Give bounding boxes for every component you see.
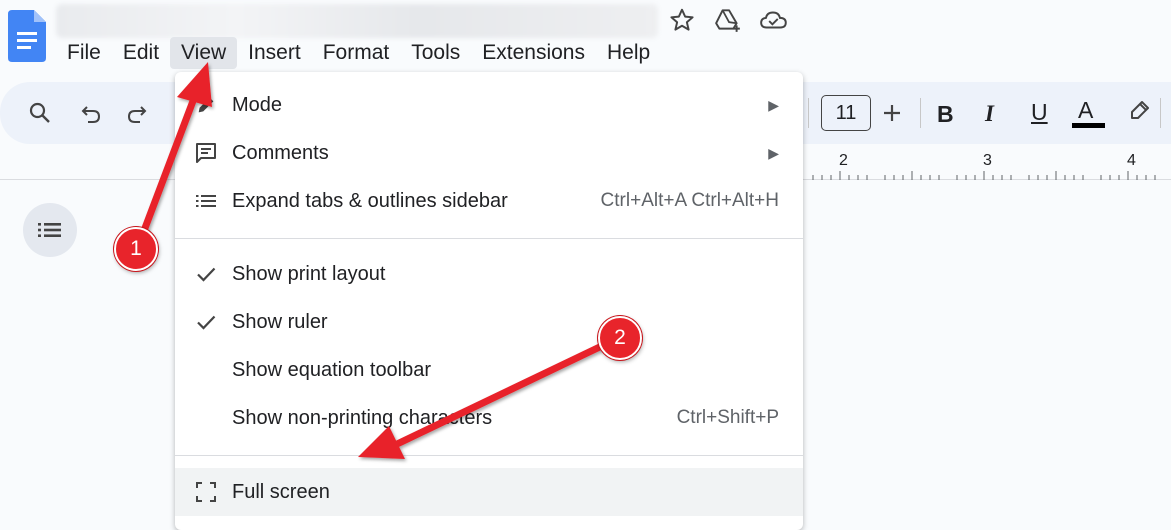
document-outline-button[interactable] <box>23 203 77 257</box>
menu-item-show-print-layout[interactable]: Show print layout <box>175 251 803 297</box>
google-docs-icon[interactable] <box>8 10 46 62</box>
menu-file[interactable]: File <box>56 37 112 69</box>
submenu-arrow-icon: ▶ <box>768 144 779 161</box>
menubar: File Edit View Insert Format Tools Exten… <box>56 36 661 70</box>
view-menu-dropdown: Mode ▶ Comments ▶ Expand tabs & outlines… <box>175 72 803 530</box>
shortcut-hint: Ctrl+Alt+A Ctrl+Alt+H <box>600 190 779 211</box>
font-size-input[interactable]: 11 <box>821 95 871 131</box>
italic-button[interactable]: I <box>985 101 994 127</box>
menu-format[interactable]: Format <box>312 37 401 69</box>
check-icon <box>193 261 219 287</box>
menu-view[interactable]: View <box>170 37 238 69</box>
toolbar-separator <box>1160 98 1161 128</box>
plus-icon[interactable] <box>879 100 905 126</box>
document-title-blurred[interactable] <box>56 4 658 38</box>
comment-icon <box>193 140 219 166</box>
highlight-pen-icon[interactable] <box>1126 98 1152 124</box>
drive-add-icon[interactable] <box>712 6 744 34</box>
ruler-label: 4 <box>1127 152 1136 169</box>
fullscreen-icon <box>193 479 219 505</box>
annotation-badge-1: 1 <box>114 227 158 271</box>
text-color-swatch <box>1072 123 1105 128</box>
menu-insert[interactable]: Insert <box>237 37 312 69</box>
list-icon <box>38 223 61 237</box>
menu-item-show-non-printing-characters[interactable]: Show non-printing characters Ctrl+Shift+… <box>175 395 803 441</box>
menu-item-expand-tabs[interactable]: Expand tabs & outlines sidebar Ctrl+Alt+… <box>175 178 803 224</box>
star-icon[interactable] <box>666 6 698 34</box>
pencil-icon <box>193 92 219 118</box>
menu-item-show-equation-toolbar[interactable]: Show equation toolbar <box>175 347 803 393</box>
menu-tools[interactable]: Tools <box>400 37 471 69</box>
menu-extensions[interactable]: Extensions <box>471 37 596 69</box>
ruler-label: 2 <box>839 152 848 169</box>
menu-help[interactable]: Help <box>596 37 661 69</box>
menu-divider <box>175 455 803 456</box>
check-icon <box>193 309 219 335</box>
shortcut-hint: Ctrl+Shift+P <box>676 407 779 428</box>
ruler-label: 3 <box>983 152 992 169</box>
text-color-button[interactable]: A <box>1078 97 1093 124</box>
menu-item-show-ruler[interactable]: Show ruler <box>175 299 803 345</box>
undo-icon[interactable] <box>78 101 104 127</box>
bold-button[interactable]: B <box>937 101 954 128</box>
annotation-badge-2: 2 <box>598 316 642 360</box>
menu-item-comments[interactable]: Comments ▶ <box>175 130 803 176</box>
menu-item-full-screen[interactable]: Full screen <box>175 468 803 516</box>
underline-button[interactable]: U <box>1031 99 1048 126</box>
menu-item-mode[interactable]: Mode ▶ <box>175 82 803 128</box>
redo-icon[interactable] <box>124 101 150 127</box>
toolbar-separator <box>808 98 809 128</box>
toolbar-separator <box>920 98 921 128</box>
menu-edit[interactable]: Edit <box>112 37 170 69</box>
menu-divider <box>175 238 803 239</box>
list-icon <box>193 188 219 214</box>
submenu-arrow-icon: ▶ <box>768 96 779 113</box>
cloud-saved-icon[interactable] <box>758 6 790 34</box>
search-icon[interactable] <box>27 100 53 126</box>
